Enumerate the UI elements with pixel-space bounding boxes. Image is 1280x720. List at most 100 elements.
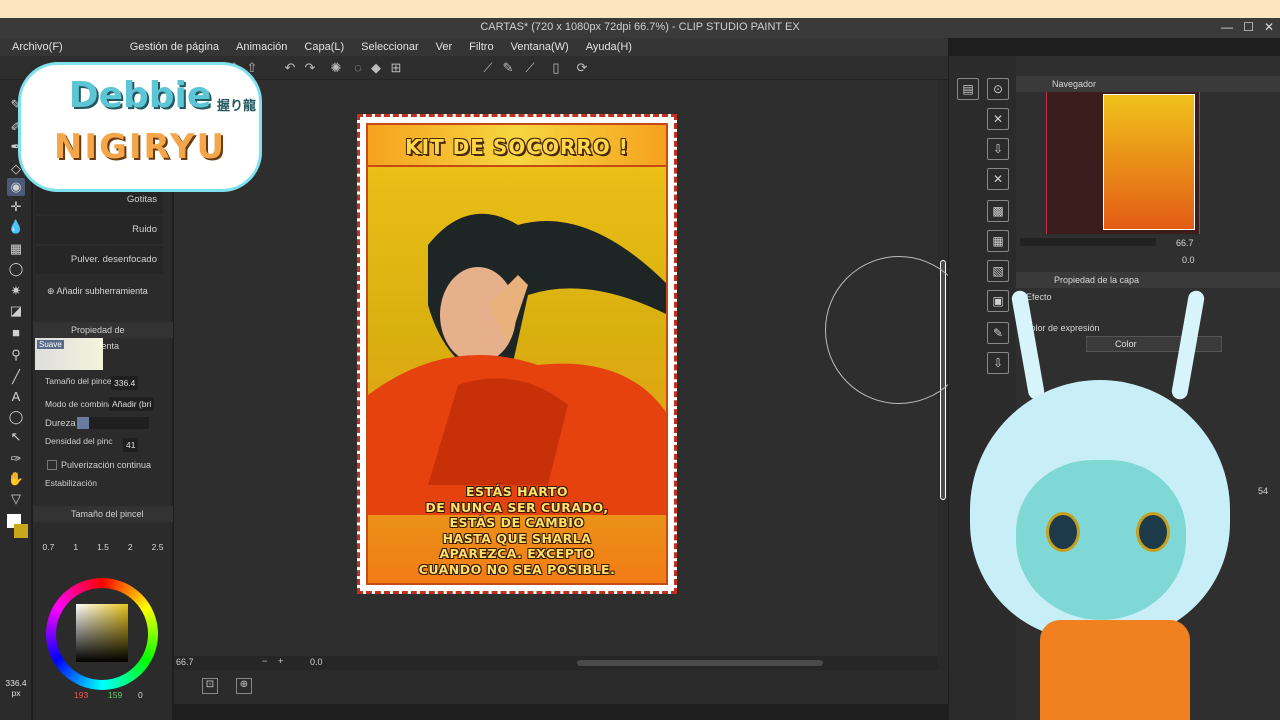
- pattern-icon[interactable]: ▩: [987, 200, 1009, 222]
- transform-icon[interactable]: ⊞: [388, 60, 404, 76]
- size-preset[interactable]: 1: [73, 542, 78, 552]
- brush-size-value[interactable]: 336.4: [111, 376, 139, 390]
- stabilization-label: Estabilización: [45, 478, 97, 488]
- zoom-out-icon[interactable]: −: [262, 656, 267, 666]
- lasso-tool-icon[interactable]: ◯: [7, 260, 25, 278]
- menu-help[interactable]: Ayuda(H): [586, 41, 632, 53]
- hardness-slider[interactable]: [77, 417, 149, 429]
- redo-icon[interactable]: ↷: [302, 60, 318, 76]
- menu-layer[interactable]: Capa(L): [304, 41, 344, 53]
- menu-view[interactable]: Ver: [436, 41, 453, 53]
- navigator-thumbnail: [1103, 94, 1195, 230]
- navigator-zoom-slider[interactable]: [1020, 238, 1156, 246]
- import-icon[interactable]: ⇩: [987, 138, 1009, 160]
- clear-icon[interactable]: ◌: [350, 60, 366, 76]
- text-tool-icon[interactable]: A: [7, 388, 25, 406]
- eyedropper-tool-icon[interactable]: ⚲: [7, 346, 25, 364]
- logo-surname: NIGIRYU: [53, 127, 227, 167]
- menu-select[interactable]: Seleccionar: [361, 41, 418, 53]
- continuous-checkbox[interactable]: [47, 460, 57, 470]
- density-label: Densidad del pinc: [45, 436, 113, 446]
- line-tool-icon[interactable]: ╱: [7, 368, 25, 386]
- canvas-status-bar: 66.7 − + 0.0: [174, 656, 938, 670]
- navigator-preview[interactable]: [1046, 92, 1200, 234]
- decoration-tool-icon[interactable]: ✛: [7, 198, 25, 216]
- brush-size-presets: 0.7 1 1.5 2 2.5: [33, 542, 173, 552]
- close-panel-icon[interactable]: ✕: [987, 168, 1009, 190]
- continuous-label: Pulverización continua: [61, 460, 152, 470]
- magic-wand-icon[interactable]: ✷: [7, 282, 25, 300]
- search-icon[interactable]: ⊙: [987, 78, 1009, 100]
- blend-mode-select[interactable]: Añadir (bri: [109, 397, 155, 411]
- top-strip: [0, 0, 1280, 18]
- red-value: 193: [74, 690, 89, 700]
- size-preset[interactable]: 1.5: [97, 542, 109, 552]
- menu-window[interactable]: Ventana(W): [511, 41, 569, 53]
- ruler-icon[interactable]: ⟋: [480, 60, 496, 76]
- pen-icon[interactable]: ✎: [500, 60, 516, 76]
- logo-kanji: 握り龍: [217, 98, 257, 113]
- gradient-tool-icon[interactable]: ■: [7, 324, 25, 342]
- menu-file[interactable]: Archivo(F): [12, 41, 63, 53]
- dropper-tool-icon[interactable]: ✑: [7, 450, 25, 468]
- maximize-icon[interactable]: ☐: [1243, 20, 1254, 34]
- zoom-value[interactable]: 66.7: [176, 657, 194, 667]
- window-title: CARTAS* (720 x 1080px 72dpi 66.7%) - CLI…: [480, 21, 800, 33]
- layers-icon[interactable]: ▤: [957, 78, 979, 100]
- blend-mode-label: Modo de combinac: [45, 399, 117, 409]
- operation-tool-icon[interactable]: ▽: [7, 490, 25, 508]
- blue-value: 0: [138, 690, 143, 700]
- zoom-in-icon[interactable]: +: [278, 656, 283, 666]
- horizontal-scrollbar[interactable]: [577, 660, 823, 666]
- menu-animation[interactable]: Animación: [236, 41, 287, 53]
- line-icon[interactable]: ⟋: [522, 60, 538, 76]
- vtuber-avatar: [930, 260, 1280, 720]
- menu-filter[interactable]: Filtro: [469, 41, 493, 53]
- add-subtool-button[interactable]: ⊕ Añadir subherramienta: [47, 286, 148, 297]
- balloon-tool-icon[interactable]: ◯: [7, 408, 25, 426]
- navigator-zoom[interactable]: 66.7: [1176, 238, 1194, 248]
- size-preset[interactable]: 0.7: [43, 542, 55, 552]
- move-tool-icon[interactable]: ↖: [7, 428, 25, 446]
- color-wheel[interactable]: [46, 578, 158, 690]
- size-preset[interactable]: 2.5: [152, 542, 164, 552]
- card-title: KIT DE SOCORRO !: [405, 135, 629, 159]
- brush-pulver[interactable]: Pulver. desenfocado: [35, 246, 163, 274]
- menu-page[interactable]: Gestión de página: [130, 41, 219, 53]
- close-icon[interactable]: ✕: [1264, 20, 1274, 34]
- history-icon[interactable]: ▦: [987, 230, 1009, 252]
- frame-icon[interactable]: ⊡: [202, 678, 218, 694]
- saturation-value-box[interactable]: [76, 604, 128, 662]
- doc-icon[interactable]: ▯: [548, 60, 564, 76]
- loading-icon[interactable]: ✺: [328, 60, 344, 76]
- tool-property-header: Propiedad de herramienta: [33, 322, 173, 351]
- bottom-bar: ⊡ ⊕: [174, 670, 948, 704]
- fit-icon[interactable]: ⊕: [236, 678, 252, 694]
- streamer-logo: Debbie 握り龍 NIGIRYU: [18, 62, 262, 192]
- density-value[interactable]: 41: [123, 438, 139, 452]
- card-body: ESTÁS HARTO DE NUNCA SER CURADO, ESTÁS D…: [418, 484, 616, 577]
- green-value: 159: [108, 690, 123, 700]
- fill-icon[interactable]: ◆: [368, 60, 384, 76]
- cursor-size-readout: 336.4 px: [5, 678, 27, 698]
- hand-tool-icon[interactable]: ✋: [7, 470, 25, 488]
- grid-tool-icon[interactable]: ▦: [7, 240, 25, 258]
- card-artwork: KIT DE SOCORRO ! ESTÁS HARTO DE NUNCA SE…: [357, 114, 677, 594]
- minimize-icon[interactable]: —: [1221, 20, 1233, 34]
- navigator-tab[interactable]: Navegador: [1016, 76, 1280, 92]
- airbrush-tool-icon[interactable]: ◉: [7, 178, 25, 196]
- size-preset[interactable]: 2: [128, 542, 133, 552]
- title-bar: CARTAS* (720 x 1080px 72dpi 66.7%) - CLI…: [0, 18, 1280, 38]
- undo-icon[interactable]: ↶: [282, 60, 298, 76]
- link-icon[interactable]: ⟳: [574, 60, 590, 76]
- character-illustration: [368, 213, 666, 515]
- material-icon[interactable]: ✕: [987, 108, 1009, 130]
- menu-bar: Archivo(F) Gestión de página Animación C…: [0, 38, 948, 56]
- bucket-tool-icon[interactable]: ◪: [7, 302, 25, 320]
- sub-color-swatch[interactable]: [14, 524, 28, 538]
- brush-ruido[interactable]: Ruido: [35, 216, 163, 244]
- rotation-value[interactable]: 0.0: [310, 657, 323, 667]
- hardness-label: Dureza: [45, 418, 76, 429]
- blend-tool-icon[interactable]: 💧: [7, 218, 25, 236]
- preset-preview[interactable]: Suave: [35, 338, 103, 370]
